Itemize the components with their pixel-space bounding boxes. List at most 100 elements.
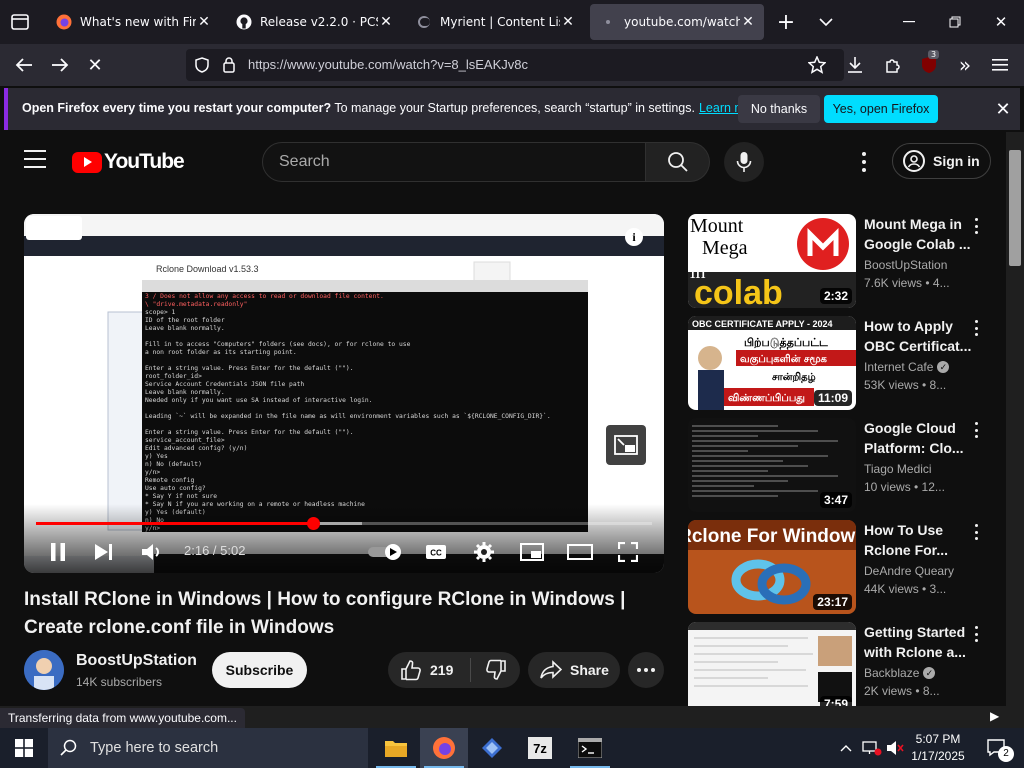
progress-bar[interactable] [36, 517, 652, 530]
recommendation-title[interactable]: How to Apply OBC Certificat... [864, 316, 974, 356]
start-button[interactable] [0, 728, 48, 768]
tab-myrient[interactable]: Myrient | Content Listing ✕ [406, 4, 584, 40]
youtube-logo[interactable]: YouTube [72, 150, 185, 174]
recommendation-channel[interactable]: Tiago Medici [864, 462, 932, 476]
video-thumbnail[interactable]: OBC CERTIFICATE APPLY - 2024 பிற்படுத்தப… [688, 316, 856, 410]
scrollbar-thumb[interactable] [1009, 150, 1021, 266]
recommendation-channel[interactable]: Internet Cafe ✓ [864, 360, 950, 374]
autoplay-toggle[interactable] [364, 538, 406, 566]
url-text[interactable]: https://www.youtube.com/watch?v=8_lsEAKJ… [248, 57, 528, 72]
channel-avatar[interactable] [24, 650, 64, 690]
captions-button[interactable]: CC [422, 538, 450, 566]
taskbar-terminal[interactable] [566, 728, 614, 768]
vertical-scrollbar[interactable] [1006, 132, 1024, 706]
firefox-view-button[interactable] [6, 9, 34, 35]
voice-search-button[interactable] [724, 142, 764, 182]
taskbar-clock[interactable]: 5:07 PM 1/17/2025 [906, 731, 970, 765]
scroll-right-icon[interactable]: ▶ [990, 709, 999, 723]
downloads-button[interactable] [840, 50, 870, 80]
network-status-button[interactable] [860, 728, 884, 768]
recommendation-item[interactable]: Mount Mega in colab 2:32 Mount Mega in G… [688, 214, 1006, 308]
minimize-window-button[interactable] [886, 0, 932, 44]
video-player[interactable]: 3 / Does not allow any access to read or… [24, 214, 664, 573]
show-hidden-icons-button[interactable] [836, 728, 856, 768]
no-thanks-button[interactable]: No thanks [738, 95, 820, 123]
info-icon[interactable]: i [625, 228, 643, 246]
like-button[interactable]: 219 [388, 652, 470, 688]
close-icon[interactable]: ✕ [560, 14, 576, 30]
recommendation-title[interactable]: Getting Started with Rclone a... [864, 622, 974, 662]
recommendation-menu-button[interactable] [972, 320, 980, 336]
sign-in-button[interactable]: Sign in [892, 143, 991, 179]
video-thumbnail[interactable]: 7:59 [688, 622, 856, 706]
fullscreen-button[interactable] [614, 538, 642, 566]
search-button[interactable] [646, 142, 710, 182]
close-icon[interactable]: ✕ [196, 14, 212, 30]
close-icon[interactable]: ✕ [378, 14, 394, 30]
ublock-extension-button[interactable]: 3 [914, 50, 944, 80]
close-icon[interactable]: ✕ [740, 14, 756, 30]
open-firefox-button[interactable]: Yes, open Firefox [824, 95, 938, 123]
recommendation-menu-button[interactable] [972, 626, 980, 642]
settings-button[interactable] [470, 538, 498, 566]
miniplayer-button[interactable] [606, 425, 646, 465]
recommendation-item[interactable]: 7:59 Getting Started with Rclone a... Ba… [688, 622, 1006, 706]
recommendation-item[interactable]: OBC CERTIFICATE APPLY - 2024 பிற்படுத்தப… [688, 316, 1006, 410]
theater-mode-button[interactable] [566, 538, 594, 566]
guide-menu-button[interactable] [24, 150, 46, 170]
taskbar-firefox[interactable] [420, 728, 468, 768]
youtube-header: YouTube Search Sign in [0, 132, 1006, 190]
video-thumbnail[interactable]: 3:47 [688, 418, 856, 512]
recommendation-channel[interactable]: DeAndre Queary [864, 564, 954, 578]
stop-loading-button[interactable]: ✕ [80, 50, 110, 80]
extensions-button[interactable] [878, 50, 908, 80]
close-icon: ✕ [995, 98, 1011, 120]
bookmark-button[interactable] [802, 50, 832, 80]
mute-button[interactable] [138, 538, 166, 566]
taskbar-7zip[interactable]: 7z [516, 728, 564, 768]
video-thumbnail[interactable]: Rclone For Windows 23:17 [688, 520, 856, 614]
pause-button[interactable] [44, 538, 72, 566]
miniplayer-toggle-button[interactable] [518, 538, 546, 566]
recommendation-title[interactable]: Google Cloud Platform: Clo... [864, 418, 974, 458]
close-notification-button[interactable]: ✕ [992, 98, 1014, 120]
restore-window-button[interactable] [932, 0, 978, 44]
next-button[interactable] [90, 538, 118, 566]
recommendation-channel[interactable]: BoostUpStation [864, 258, 947, 272]
volume-button[interactable] [884, 728, 906, 768]
taskbar-app-network[interactable] [468, 728, 516, 768]
new-tab-button[interactable]: + [768, 0, 804, 44]
url-bar[interactable]: https://www.youtube.com/watch?v=8_lsEAKJ… [186, 49, 844, 81]
recommendation-title[interactable]: How To Use Rclone For... [864, 520, 974, 560]
taskbar-file-explorer[interactable] [372, 728, 420, 768]
close-window-button[interactable]: ✕ [978, 0, 1024, 44]
channel-name[interactable]: BoostUpStation [76, 652, 197, 670]
subscribe-button[interactable]: Subscribe [212, 652, 307, 688]
more-actions-button[interactable] [628, 652, 664, 688]
notification-center-button[interactable]: 2 [978, 728, 1016, 768]
more-tools-button[interactable]: » [950, 50, 980, 80]
share-button[interactable]: Share [528, 652, 620, 688]
search-input[interactable]: Search [262, 142, 646, 182]
back-button[interactable] [9, 50, 39, 80]
recommendation-channel[interactable]: Backblaze ✓ [864, 666, 936, 680]
lock-icon[interactable] [222, 56, 236, 73]
settings-menu-button[interactable] [854, 150, 874, 174]
dislike-button[interactable] [471, 652, 520, 688]
recommendation-menu-button[interactable] [972, 524, 980, 540]
app-menu-button[interactable] [985, 50, 1015, 80]
recommendation-item[interactable]: Rclone For Windows 23:17 How To Use Rclo… [688, 520, 1006, 614]
tab-release[interactable]: Release v2.2.0 · PCSX2/pcsx2 ✕ [226, 4, 402, 40]
tab-youtube[interactable]: youtube.com/watch?v=8_lsEAKJv8c ✕ [590, 4, 764, 40]
tab-list-button[interactable] [808, 0, 844, 44]
terminal-line: Enter a string value. Press Enter for th… [145, 429, 354, 436]
tab-whats-new[interactable]: What's new with Firefox ✕ [46, 4, 220, 40]
shield-icon[interactable] [194, 57, 210, 73]
recommendation-title[interactable]: Mount Mega in Google Colab ... [864, 214, 974, 254]
recommendation-menu-button[interactable] [972, 218, 980, 234]
recommendation-menu-button[interactable] [972, 422, 980, 438]
video-thumbnail[interactable]: Mount Mega in colab 2:32 [688, 214, 856, 308]
forward-button[interactable] [45, 50, 75, 80]
recommendation-item[interactable]: 3:47 Google Cloud Platform: Clo... Tiago… [688, 418, 1006, 512]
taskbar-search-box[interactable]: Type here to search [48, 728, 368, 768]
